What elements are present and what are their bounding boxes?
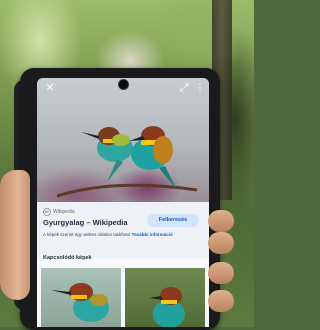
bee-eater-thumbnail [149, 287, 185, 327]
more-info-link[interactable]: További információ [132, 232, 173, 237]
finger-4 [208, 290, 234, 312]
result-description: A képek szerint egy webes oldalon találh… [43, 232, 203, 238]
related-image-1[interactable] [41, 268, 121, 327]
finger-3 [208, 262, 234, 284]
result-title[interactable]: Gyurgyalag – Wikipedia [43, 218, 128, 227]
more-icon[interactable]: ⋮ [193, 82, 207, 96]
thumb [0, 170, 30, 300]
finger-1 [208, 210, 234, 232]
related-image-2[interactable] [125, 268, 205, 327]
result-card: W Wikipedia Gyurgyalag – Wikipedia Felke… [37, 202, 209, 258]
wikipedia-icon: W [43, 208, 51, 216]
related-images-grid [37, 268, 209, 327]
lens-result-screen: ✕ ⤢ ⋮ W Wikipedia Gyurgyalag – Wikipedia… [37, 78, 209, 327]
related-images-heading: Kapcsolódó képek [43, 255, 92, 261]
close-icon[interactable]: ✕ [43, 82, 57, 96]
bee-eater-birds-image [56, 126, 198, 198]
camera-icon [118, 79, 129, 90]
bird-photo[interactable]: ✕ ⤢ ⋮ [37, 78, 209, 202]
finger-2 [208, 232, 234, 254]
bee-eater-thumbnail [51, 283, 109, 322]
visit-button[interactable]: Felkeresés [147, 214, 199, 227]
expand-icon[interactable]: ⤢ [177, 82, 191, 96]
source-label: Wikipedia [53, 209, 75, 215]
description-text: A képek szerint egy webes oldalon találh… [43, 232, 131, 237]
source-row: W Wikipedia [43, 208, 75, 216]
